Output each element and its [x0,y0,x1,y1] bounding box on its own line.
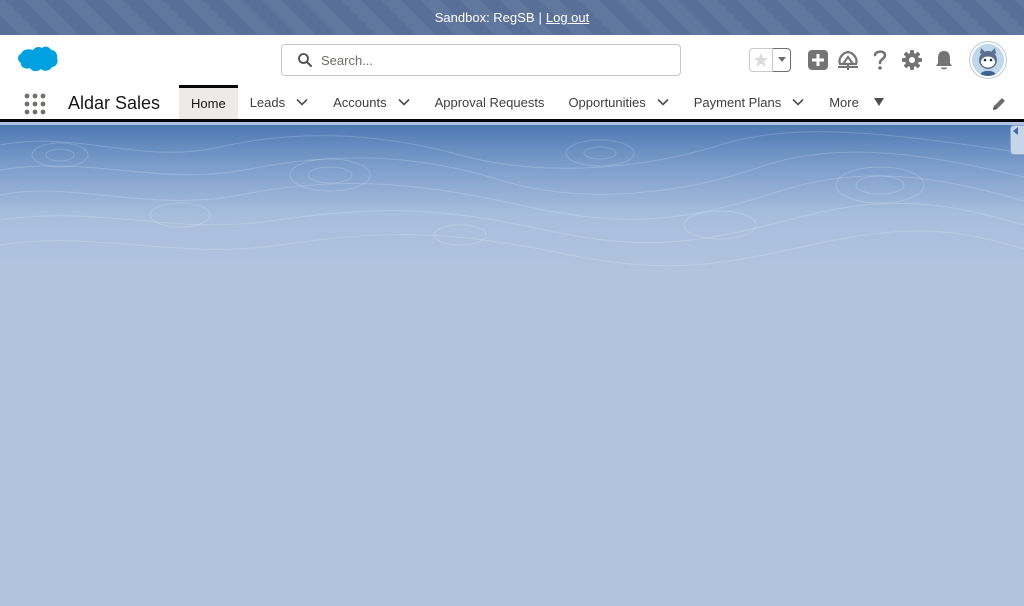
chevron-down-icon[interactable] [656,95,670,109]
tab-label: Leads [249,94,286,110]
tab-label: More [829,94,859,110]
trailhead-icon [838,50,858,70]
app-nav-bar: Aldar Sales Home Leads Accounts Approval… [0,85,1024,122]
add-icon [808,50,828,70]
bell-icon [936,51,952,70]
favorites-group [749,48,791,72]
chevron-down-icon[interactable] [397,95,411,109]
chevron-down-icon [777,57,786,62]
setup-button[interactable] [900,48,924,72]
sandbox-banner: Sandbox: RegSB | Log out [0,0,1024,35]
utility-panel-toggle[interactable] [1010,125,1024,155]
caret-down-icon [873,98,884,106]
tab-label: Accounts [333,94,387,110]
topography-pattern [0,131,1024,267]
sandbox-label: Sandbox: RegSB [434,10,535,25]
salesforce-cloud-icon[interactable] [16,45,58,75]
favorite-button[interactable] [749,48,773,72]
favorites-list-button[interactable] [773,48,791,72]
tab-label: Home [191,96,226,111]
pencil-icon[interactable] [991,96,1007,112]
logout-link[interactable]: Log out [546,10,589,25]
star-icon [754,53,768,67]
astro-avatar-icon [972,44,1004,76]
app-name: Aldar Sales [68,93,161,113]
tab-label: Approval Requests [434,94,545,110]
search-icon [298,53,312,67]
app-launcher-icon[interactable] [24,93,46,115]
tab-home[interactable]: Home [179,85,238,119]
notifications-button[interactable] [932,48,956,72]
chevron-down-icon[interactable] [791,95,805,109]
global-header [0,35,1024,85]
chevron-down-icon[interactable] [295,95,309,109]
tab-label: Opportunities [568,94,646,110]
tab-accounts[interactable]: Accounts [321,85,422,119]
nav-tabs: Home Leads Accounts Approval Requests Op… [179,85,897,119]
help-button[interactable] [868,48,892,72]
page-background [0,125,1024,606]
help-icon [873,50,887,70]
chevron-left-icon [1013,127,1018,135]
sandbox-separator: | [538,10,542,25]
global-search[interactable] [281,44,681,76]
tab-label: Payment Plans [693,94,782,110]
gear-icon [902,50,922,70]
tab-leads[interactable]: Leads [238,85,321,119]
global-actions-button[interactable] [806,48,830,72]
tab-more[interactable]: More [817,85,897,119]
tab-payment-plans[interactable]: Payment Plans [682,85,817,119]
search-input[interactable] [321,52,661,68]
tab-opportunities[interactable]: Opportunities [556,85,681,119]
avatar[interactable] [970,42,1006,78]
tab-approval-requests[interactable]: Approval Requests [423,85,557,119]
trailhead-button[interactable] [836,48,860,72]
